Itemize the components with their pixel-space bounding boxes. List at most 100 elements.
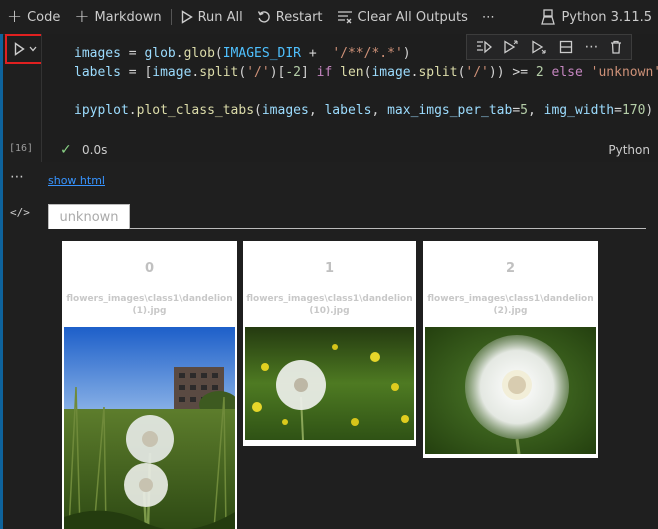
card-index: 1 — [324, 261, 335, 276]
check-icon: ✓ — [60, 142, 72, 158]
cell-language[interactable]: Python — [608, 143, 650, 157]
tab-strip-line — [48, 228, 646, 229]
run-all-label: Run All — [197, 9, 243, 25]
code-token: image — [371, 65, 411, 80]
code-token: images — [74, 46, 121, 61]
clear-outputs-icon — [337, 11, 352, 24]
toolbar-divider — [170, 9, 172, 25]
image-card: 2 flowers_images\class1\dandelion (2).jp… — [423, 241, 598, 458]
play-icon — [14, 42, 25, 56]
code-token: else — [551, 65, 583, 80]
execution-count: [16] — [9, 143, 34, 154]
code-token: , — [371, 103, 388, 118]
code-token: = — [120, 46, 145, 61]
card-index: 0 — [144, 261, 155, 276]
chevron-down-icon[interactable] — [29, 46, 37, 52]
split-cell-icon[interactable] — [559, 40, 573, 54]
code-token: 5 — [520, 103, 528, 118]
code-token: labels — [74, 65, 121, 80]
execution-time: 0.0s — [82, 143, 108, 157]
run-all-button[interactable]: Run All — [174, 10, 250, 25]
code-token: '/**/*.*' — [332, 46, 403, 61]
card-filename-line1: flowers_images\class1\dandelion — [66, 294, 233, 304]
kernel-label: Python 3.11.5 — [561, 9, 652, 25]
code-token: IMAGES_DIR — [222, 46, 302, 61]
clear-outputs-label: Clear All Outputs — [357, 9, 468, 25]
add-code-cell-button[interactable]: + Code — [0, 8, 67, 26]
code-line-4: ipyplot.plot_class_tabs(images, labels, … — [74, 103, 653, 118]
plus-icon: + — [74, 6, 90, 27]
code-token: -2 — [285, 65, 302, 80]
code-token: if — [316, 65, 333, 80]
active-cell-indicator — [0, 34, 3, 529]
card-filename: flowers_images\class1\dandelion (2).jpg — [423, 293, 598, 317]
card-filename-line1: flowers_images\class1\dandelion — [246, 294, 413, 304]
code-token: ( — [214, 46, 223, 61]
code-line-1: images = glob.glob(IMAGES_DIR + '/**/*.*… — [74, 46, 411, 61]
image-card: 1 flowers_images\class1\dandelion (10).j… — [243, 241, 416, 446]
show-html-link[interactable]: show html — [48, 174, 105, 187]
play-icon — [181, 10, 193, 24]
card-image — [64, 327, 235, 529]
card-filename-line1: flowers_images\class1\dandelion — [427, 294, 594, 304]
restart-label: Restart — [275, 9, 323, 25]
run-by-line-icon[interactable] — [476, 40, 492, 54]
clear-all-outputs-button[interactable]: Clear All Outputs — [330, 10, 475, 25]
card-image — [245, 327, 414, 440]
code-token: ) — [402, 46, 411, 61]
code-token: ) — [645, 103, 654, 118]
execute-below-icon[interactable] — [531, 40, 547, 54]
code-token: )[ — [269, 65, 286, 80]
run-cell-button[interactable] — [5, 34, 45, 64]
code-token: ] — [301, 65, 317, 80]
more-icon: ⋯ — [481, 9, 495, 25]
add-code-label: Code — [27, 9, 61, 25]
output-actions-button[interactable]: ⋯ — [10, 169, 25, 185]
code-token: 170 — [621, 103, 646, 118]
restart-button[interactable]: Restart — [250, 10, 330, 25]
code-token: labels — [324, 103, 372, 118]
notebook-toolbar: + Code + Markdown Run All Restart Clear … — [0, 0, 658, 35]
card-filename-line2: (1).jpg — [132, 306, 167, 316]
code-token: split — [418, 65, 458, 80]
code-line-2: labels = [image.split('/')[-2] if len(im… — [74, 65, 658, 80]
code-token: = [ — [120, 65, 153, 80]
code-token: 'unknown' — [590, 65, 658, 80]
code-token: , — [308, 103, 325, 118]
tab-unknown[interactable]: unknown — [48, 204, 130, 229]
add-markdown-label: Markdown — [94, 9, 162, 25]
plus-icon: + — [7, 6, 23, 27]
code-token: '/' — [465, 65, 489, 80]
code-token: ipyplot — [74, 103, 129, 118]
code-token: glob — [144, 46, 176, 61]
code-token: '/' — [246, 65, 270, 80]
code-token: plot_class_tabs — [136, 103, 255, 118]
add-markdown-cell-button[interactable]: + Markdown — [67, 8, 168, 26]
code-token: img_width — [543, 103, 615, 118]
delete-icon[interactable] — [610, 40, 622, 54]
card-filename: flowers_images\class1\dandelion (1).jpg — [62, 293, 237, 317]
restart-icon — [257, 11, 270, 23]
code-token: ( — [254, 103, 262, 118]
kernel-icon — [541, 9, 556, 25]
code-token: . — [175, 46, 184, 61]
kernel-picker[interactable]: Python 3.11.5 — [541, 0, 652, 34]
card-filename-line2: (2).jpg — [493, 306, 528, 316]
more-icon[interactable]: ⋯ — [584, 39, 598, 55]
code-token: images — [261, 103, 309, 118]
execute-above-icon[interactable] — [503, 40, 519, 54]
code-cell[interactable]: images = glob.glob(IMAGES_DIR + '/**/*.*… — [41, 34, 658, 162]
code-token: glob — [183, 46, 215, 61]
code-token: split — [199, 65, 239, 80]
more-actions-button[interactable]: ⋯ — [475, 10, 502, 25]
card-image — [425, 327, 596, 454]
code-token: len — [340, 65, 364, 80]
code-icon[interactable]: </> — [10, 206, 30, 219]
code-token: . — [128, 103, 137, 118]
code-token: , — [528, 103, 544, 118]
code-token: = — [614, 103, 622, 118]
card-filename: flowers_images\class1\dandelion (10).jpg — [243, 293, 416, 317]
card-filename-line2: (10).jpg — [309, 306, 350, 316]
